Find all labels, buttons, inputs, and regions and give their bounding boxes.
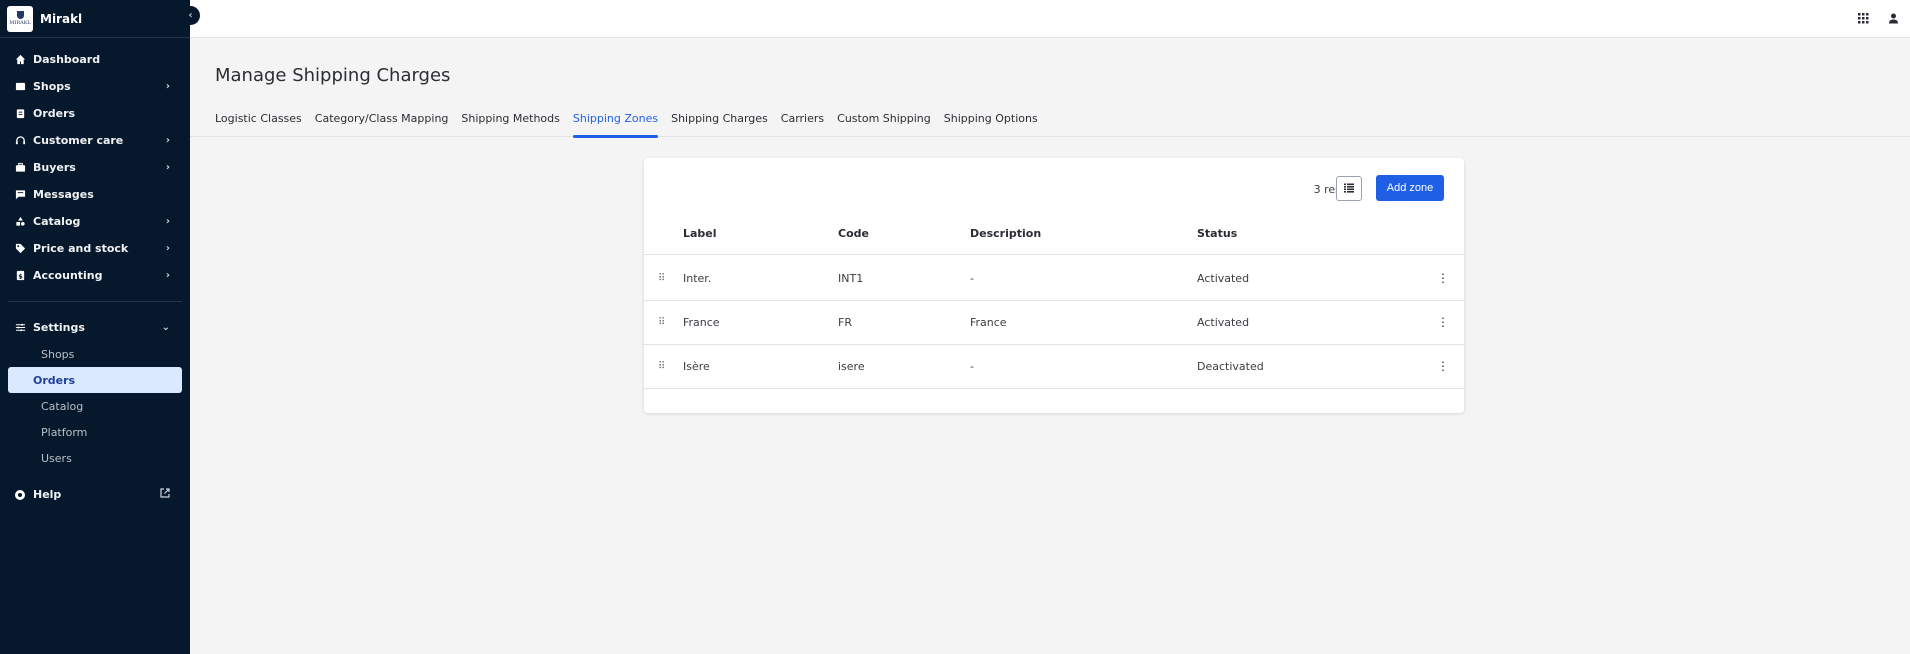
zones-card: 3 results Add zone Label Code Descriptio… [644, 158, 1464, 413]
sidebar-item-messages[interactable]: Messages [0, 181, 190, 208]
drag-handle-icon[interactable]: ⠿ [658, 300, 670, 344]
sidebar-item-help[interactable]: Help [0, 481, 190, 508]
sidebar: MIRAKL Mirakl Dashboard Shops › Orders Cu… [0, 0, 190, 654]
sidebar-item-label: Shops [33, 80, 71, 93]
column-header-status[interactable]: Status [1197, 213, 1237, 254]
zone-description: France [970, 315, 1007, 329]
sidebar-item-buyers[interactable]: Buyers › [0, 154, 190, 181]
column-settings-button[interactable] [1336, 176, 1362, 201]
zone-code: INT1 [838, 271, 864, 285]
sidebar-item-label: Accounting [33, 269, 103, 282]
tab-logistic-classes[interactable]: Logistic Classes [215, 111, 302, 137]
kebab-menu-icon[interactable]: ⋮ [1437, 300, 1449, 344]
sidebar-nav: Dashboard Shops › Orders Customer care › B… [0, 38, 190, 508]
sidebar-item-settings[interactable]: Settings ⌄ [0, 314, 190, 341]
tag-icon [14, 243, 26, 255]
sidebar-item-catalog[interactable]: Catalog › [0, 208, 190, 235]
zone-description: - [970, 271, 974, 285]
sidebar-item-accounting[interactable]: $ Accounting › [0, 262, 190, 289]
store-icon [14, 81, 26, 93]
headset-icon [14, 135, 26, 147]
tab-custom-shipping[interactable]: Custom Shipping [837, 111, 931, 137]
sidebar-item-label: Catalog [33, 215, 81, 228]
sidebar-item-label: Help [33, 488, 62, 501]
drag-handle-icon[interactable]: ⠿ [658, 344, 670, 388]
zone-label: France [683, 315, 720, 329]
table-row[interactable]: ⠿ France FR France Activated ⋮ [644, 300, 1464, 345]
sidebar-item-label: Customer care [33, 134, 124, 147]
tab-carriers[interactable]: Carriers [781, 111, 824, 137]
page-title: Manage Shipping Charges [215, 65, 451, 86]
column-header-code[interactable]: Code [838, 213, 869, 254]
sidebar-item-label: Messages [33, 188, 94, 201]
sidebar-item-label: Settings [33, 321, 85, 334]
chevron-right-icon: › [165, 135, 170, 146]
column-header-label[interactable]: Label [683, 213, 717, 254]
chevron-right-icon: › [165, 162, 170, 173]
app-grid-icon[interactable] [1856, 11, 1870, 25]
chevron-right-icon: › [165, 270, 170, 281]
invoice-icon: $ [14, 270, 26, 282]
sidebar-item-label: Buyers [33, 161, 76, 174]
top-bar [190, 0, 1910, 38]
chat-icon [14, 189, 26, 201]
brand-name: Mirakl [40, 11, 83, 26]
mirakl-logo: MIRAKL [7, 5, 33, 32]
zone-code: FR [838, 315, 852, 329]
kebab-menu-icon[interactable]: ⋮ [1437, 344, 1449, 388]
sidebar-item-dashboard[interactable]: Dashboard [0, 46, 190, 73]
tab-shipping-zones[interactable]: Shipping Zones [572, 111, 659, 138]
tab-shipping-charges[interactable]: Shipping Charges [671, 111, 768, 137]
sliders-icon [14, 322, 26, 334]
table-row[interactable]: ⠿ Isère isere - Deactivated ⋮ [644, 344, 1464, 389]
chevron-right-icon: › [165, 81, 170, 92]
main-content: Manage Shipping Charges Logistic Classes… [190, 38, 1910, 654]
table-header: Label Code Description Status [644, 213, 1464, 255]
zone-status: Activated [1197, 315, 1250, 329]
list-icon [1344, 181, 1354, 196]
svg-text:$: $ [18, 272, 23, 280]
kebab-menu-icon[interactable]: ⋮ [1437, 256, 1449, 300]
chevron-right-icon: › [165, 243, 170, 254]
sidebar-item-price-and-stock[interactable]: Price and stock › [0, 235, 190, 262]
sidebar-item-shops[interactable]: Shops › [0, 73, 190, 100]
table-row[interactable]: ⠿ Inter. INT1 - Activated ⋮ [644, 256, 1464, 301]
zone-status: Activated [1197, 271, 1250, 285]
settings-sub-catalog[interactable]: Catalog [8, 393, 182, 419]
external-link-icon [160, 488, 170, 501]
drag-handle-icon[interactable]: ⠿ [658, 256, 670, 300]
zone-description: - [970, 359, 974, 373]
chevron-down-icon: ⌄ [161, 322, 170, 333]
briefcase-icon [14, 162, 26, 174]
tab-category-class-mapping[interactable]: Category/Class Mapping [315, 111, 449, 137]
clipboard-icon [14, 108, 26, 120]
brand[interactable]: MIRAKL Mirakl [0, 0, 190, 38]
sidebar-item-orders[interactable]: Orders [0, 100, 190, 127]
settings-sub-platform[interactable]: Platform [8, 419, 182, 445]
zone-status: Deactivated [1197, 359, 1264, 373]
sidebar-item-customer-care[interactable]: Customer care › [0, 127, 190, 154]
column-header-description[interactable]: Description [970, 213, 1041, 254]
user-icon[interactable] [1886, 11, 1900, 25]
sidebar-item-label: Dashboard [33, 53, 101, 66]
settings-sub-users[interactable]: Users [8, 445, 182, 471]
tab-bar: Logistic Classes Category/Class Mapping … [190, 111, 1910, 138]
sidebar-divider [8, 301, 182, 302]
tab-shipping-methods[interactable]: Shipping Methods [461, 111, 559, 137]
lifebuoy-icon [14, 489, 26, 501]
sidebar-item-label: Orders [33, 107, 76, 120]
chevron-right-icon: › [165, 216, 170, 227]
zone-code: isere [838, 359, 865, 373]
zone-label: Inter. [683, 271, 712, 285]
tab-shipping-options[interactable]: Shipping Options [944, 111, 1038, 137]
add-zone-button[interactable]: Add zone [1376, 175, 1444, 201]
shapes-icon [14, 216, 26, 228]
settings-sub-orders[interactable]: Orders [8, 367, 182, 393]
zone-label: Isère [683, 359, 710, 373]
collapse-sidebar-button[interactable]: ‹ [181, 6, 200, 25]
settings-sub-shops[interactable]: Shops [8, 341, 182, 367]
sidebar-item-label: Price and stock [33, 242, 129, 255]
home-icon [14, 54, 26, 66]
